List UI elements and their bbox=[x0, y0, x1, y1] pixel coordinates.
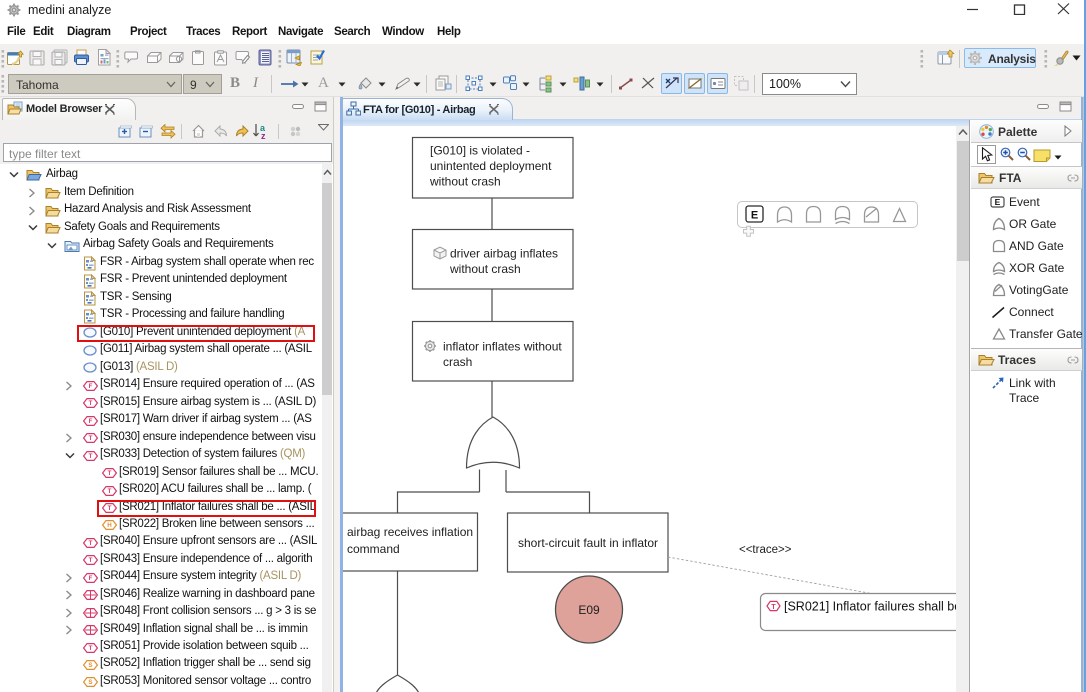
svg-text:T: T bbox=[89, 557, 93, 564]
svg-text:<<trace>>: <<trace>> bbox=[739, 544, 792, 556]
svg-text:[SR021] Inflator failures shal: [SR021] Inflator failures shall be de bbox=[784, 600, 956, 614]
svg-text:T: T bbox=[89, 435, 93, 442]
svg-text:short-circuit fault in inflato: short-circuit fault in inflator bbox=[518, 536, 658, 550]
svg-text:driver airbag inflates: driver airbag inflates bbox=[450, 247, 558, 261]
svg-text:inflator inflates without: inflator inflates without bbox=[443, 340, 562, 354]
svg-text:crash: crash bbox=[443, 355, 472, 369]
svg-text:E: E bbox=[995, 197, 1001, 207]
svg-text:[G010] is violated -: [G010] is violated - bbox=[430, 144, 530, 158]
svg-text:airbag receives inflation: airbag receives inflation bbox=[347, 525, 473, 539]
svg-text:command: command bbox=[347, 542, 400, 556]
svg-text:unintented deployment: unintented deployment bbox=[430, 159, 552, 173]
svg-text:T: T bbox=[771, 604, 776, 611]
svg-text:H: H bbox=[107, 522, 112, 529]
svg-text:F: F bbox=[89, 575, 93, 582]
svg-text:E: E bbox=[751, 210, 758, 222]
svg-text:without crash: without crash bbox=[449, 262, 521, 276]
svg-text:T: T bbox=[89, 540, 93, 547]
svg-text:T: T bbox=[89, 645, 93, 652]
svg-text:T: T bbox=[108, 470, 112, 477]
svg-text:T: T bbox=[89, 453, 93, 460]
svg-text:T: T bbox=[89, 400, 93, 407]
svg-text:F: F bbox=[89, 418, 93, 425]
svg-text:E09: E09 bbox=[578, 603, 600, 617]
svg-text:S: S bbox=[88, 662, 92, 669]
svg-text:T: T bbox=[108, 488, 112, 495]
svg-text:without crash: without crash bbox=[429, 175, 501, 189]
svg-text:S: S bbox=[88, 679, 92, 686]
svg-text:z: z bbox=[261, 131, 266, 140]
svg-text:F: F bbox=[89, 383, 93, 390]
